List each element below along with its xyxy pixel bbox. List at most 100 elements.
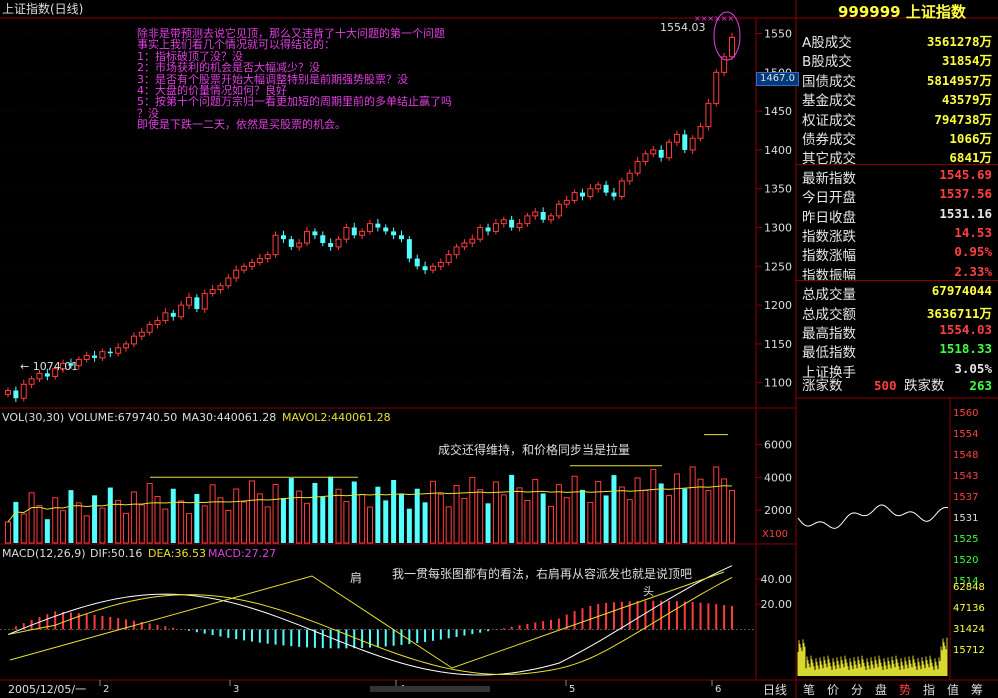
- vol-bar-68: [540, 493, 546, 543]
- quote-row: 基金成交 43579万: [800, 87, 994, 109]
- price-tick-label-4: 1350: [764, 183, 792, 196]
- candle-body-12: [99, 351, 106, 359]
- candle-body-37: [296, 242, 303, 248]
- vol-bar-90: [713, 466, 720, 544]
- sidebar-title: 999999 上证指数: [838, 3, 966, 21]
- vol-bar-46: [367, 506, 373, 544]
- vol-bar-44: [351, 481, 357, 543]
- candle-body-19: [154, 320, 161, 326]
- vol-bar-14: [115, 499, 122, 544]
- candle-body-80: [634, 161, 641, 174]
- bottom-tab-8[interactable]: 筹: [966, 681, 988, 697]
- quote-row: 其它成交 6841万: [800, 145, 994, 167]
- vol-bar-37: [296, 490, 303, 544]
- quote-row: A股成交 3561278万: [800, 29, 994, 51]
- bottom-tab-6[interactable]: 指: [918, 681, 940, 697]
- macd-tick-label-1: 20.00: [761, 598, 793, 611]
- intraday-vol-tick-3: 15712: [953, 645, 985, 656]
- candle-body-81: [642, 153, 649, 163]
- vol-bar-24: [194, 493, 200, 543]
- candle-body-27: [217, 285, 224, 291]
- vol-bar-66: [524, 499, 531, 544]
- quote-row: 最低指数 1518.33: [800, 339, 994, 361]
- quote-row-value: 1545.69: [939, 166, 992, 182]
- vol-bar-15: [123, 512, 130, 544]
- vol-bar-21: [170, 488, 176, 543]
- vol-bar-58: [461, 497, 468, 544]
- quote-row: 指数振幅 2.33%: [800, 262, 994, 284]
- bottom-tab-4[interactable]: 盘: [870, 681, 892, 697]
- candle-body-51: [406, 239, 412, 259]
- bottom-tab-1[interactable]: 笔: [798, 681, 820, 697]
- intraday-price-tick-5: 1531: [953, 513, 978, 524]
- candle-body-34: [272, 234, 279, 256]
- candle-body-15: [123, 343, 130, 349]
- price-tick-label-0: 1550: [764, 28, 792, 41]
- vol-header-name: VOL(30,30): [2, 411, 65, 424]
- candle-body-66: [524, 215, 531, 225]
- low-value: 1074.01: [32, 360, 79, 373]
- candle-body-78: [618, 180, 625, 197]
- candle-body-10: [83, 355, 90, 360]
- candle-body-85: [673, 133, 680, 143]
- macd-head-label: 头: [643, 585, 654, 598]
- vol-bar-2: [20, 513, 27, 544]
- intraday-vol-tick-0: 62848: [953, 582, 985, 593]
- candle-body-70: [555, 203, 562, 217]
- low-label: ← 1074.01: [20, 360, 79, 373]
- vol-bar-70: [555, 484, 562, 544]
- quote-row: 指数涨幅 0.95%: [800, 242, 994, 264]
- candle-body-5: [44, 373, 50, 377]
- bottom-tab-3[interactable]: 分: [846, 681, 868, 697]
- vol-bar-71: [563, 497, 570, 544]
- quote-row-value: 5814957万: [926, 72, 992, 88]
- vol-bar-57: [453, 484, 460, 544]
- intraday-price-tick-2: 1548: [953, 450, 978, 461]
- quote-row-value: 0.95%: [954, 244, 992, 260]
- candle-body-14: [115, 347, 122, 354]
- vol-bar-86: [682, 488, 688, 543]
- bottom-tab-2[interactable]: 价: [822, 681, 844, 697]
- vol-bar-20: [162, 508, 169, 544]
- candle-body-16: [130, 335, 137, 345]
- vol-bar-23: [186, 513, 192, 544]
- candle-body-87: [689, 137, 696, 151]
- candle-body-33: [264, 254, 271, 260]
- vol-bar-27: [217, 497, 224, 544]
- candle-body-61: [485, 227, 491, 232]
- head-shoulder-trendline: [9, 571, 725, 669]
- vol-bar-55: [437, 493, 444, 544]
- date-start: 2005/12/05/一: [8, 683, 87, 696]
- candle-body-13: [107, 351, 113, 354]
- candle-body-44: [351, 227, 357, 236]
- candle-body-25: [201, 292, 208, 310]
- vol-bar-32: [256, 493, 263, 544]
- candle-body-72: [571, 192, 578, 201]
- vol-bar-89: [705, 489, 712, 544]
- macd-header-dif: DIF:50.16: [90, 547, 143, 560]
- candle-body-21: [170, 312, 176, 317]
- intraday-price-tick-7: 1520: [953, 555, 978, 566]
- quote-row: 总成交额 3636711万: [800, 301, 994, 323]
- stock-chart-app: 1550150014501400135013001250120011501100…: [0, 0, 998, 698]
- candle-body-0: [5, 389, 11, 395]
- bottom-tab-7[interactable]: 值: [942, 681, 964, 697]
- horizontal-scrollbar[interactable]: [370, 686, 490, 692]
- vol-tick-label-2: 2000: [764, 504, 792, 517]
- vol-tick-label-1: 4000: [764, 471, 792, 484]
- vol-bar-45: [359, 493, 366, 544]
- vol-note: 成交还得维持，和价格同步当是拉量: [438, 443, 631, 457]
- vol-bar-40: [320, 496, 326, 543]
- quote-row-value: 1518.33: [939, 341, 992, 357]
- bottom-tab-5[interactable]: 势: [894, 681, 916, 697]
- candle-body-84: [666, 141, 673, 159]
- quote-sidebar: 999999 上证指数 A股成交 3561278万 B股成交 31854万 国债成交 58…: [796, 0, 998, 398]
- bottom-tab-0[interactable]: 日线: [758, 681, 792, 697]
- candle-body-40: [320, 235, 326, 244]
- vol-bar-35: [280, 498, 286, 543]
- candle-body-67: [532, 211, 539, 217]
- quote-row-value: 794738万: [934, 111, 992, 127]
- candle-body-49: [391, 231, 397, 236]
- candle-body-57: [453, 246, 460, 256]
- macd-dif-line: [7, 565, 733, 676]
